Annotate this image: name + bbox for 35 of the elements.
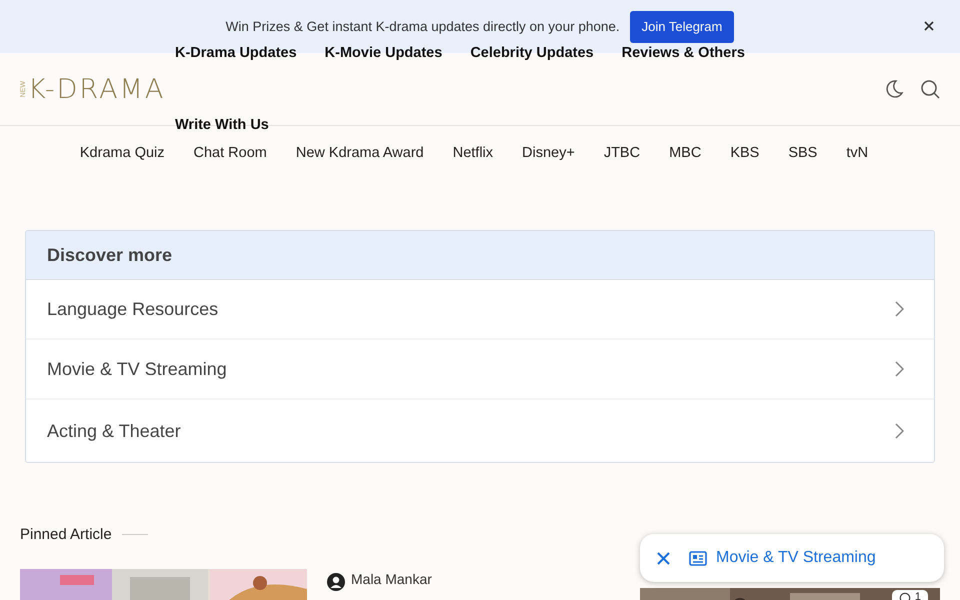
- section-title: Discover more: [26, 231, 934, 280]
- nav-link[interactable]: New Kdrama Award: [296, 145, 424, 161]
- nav-link[interactable]: K-Drama Updates: [175, 44, 297, 63]
- nav-link[interactable]: Celebrity Updates: [470, 44, 594, 63]
- chevron-icon: [895, 301, 904, 317]
- newspaper-icon: [689, 550, 707, 566]
- discover-item[interactable]: Language Resources: [26, 280, 934, 340]
- close-icon[interactable]: [924, 21, 934, 31]
- nav-link[interactable]: Kdrama Quiz: [80, 145, 165, 161]
- nav-link[interactable]: Write With Us: [175, 116, 269, 135]
- comment-count[interactable]: 1: [892, 590, 928, 600]
- nav-link[interactable]: Disney+: [522, 145, 575, 161]
- discover-item[interactable]: Movie & TV Streaming: [26, 340, 934, 400]
- nav-link[interactable]: SBS: [788, 145, 818, 161]
- nav-link[interactable]: tvN: [846, 145, 868, 161]
- close-icon[interactable]: [657, 552, 670, 564]
- nav-link[interactable]: Reviews & Others: [622, 44, 745, 63]
- chevron-icon: [895, 361, 904, 377]
- nav-link[interactable]: Chat Room: [194, 145, 267, 161]
- chevron-icon: [895, 423, 904, 439]
- nav-link[interactable]: Netflix: [452, 145, 494, 161]
- comment-icon: [898, 592, 911, 600]
- join-button[interactable]: Join Telegram: [630, 10, 734, 42]
- avatar-icon: [327, 573, 345, 591]
- search-icon[interactable]: [920, 79, 940, 99]
- discover-item[interactable]: Acting & Theater: [26, 400, 934, 462]
- author-name[interactable]: Mala Mankar: [351, 571, 432, 587]
- nav-link[interactable]: K-Movie Updates: [324, 44, 442, 63]
- section-heading: Pinned Article: [20, 526, 112, 543]
- nav-link[interactable]: MBC: [669, 145, 702, 161]
- nav-link[interactable]: JTBC: [604, 145, 640, 161]
- comment-number: 1: [914, 591, 921, 600]
- moon-icon[interactable]: [884, 79, 904, 99]
- banner-message: Win Prizes & Get instant K-drama updates directly on your phone.: [226, 19, 620, 34]
- nav-link[interactable]: KBS: [730, 145, 760, 161]
